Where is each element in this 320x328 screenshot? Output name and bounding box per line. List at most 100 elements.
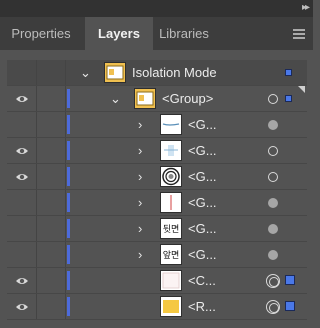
visibility-cell[interactable] (7, 60, 37, 85)
lock-cell[interactable] (38, 190, 66, 215)
layer-color-bar (67, 219, 70, 238)
layer-item-row[interactable]: › <G... (7, 164, 307, 190)
target-circle[interactable] (268, 120, 278, 130)
lock-cell[interactable] (38, 268, 66, 293)
layer-color-bar (67, 271, 70, 290)
target-circle[interactable] (268, 224, 278, 234)
artwork-thumbnail-icon (164, 145, 178, 156)
lock-cell[interactable] (38, 164, 66, 189)
layer-color-bar (67, 193, 70, 212)
eye-icon[interactable] (15, 302, 29, 312)
group-row[interactable]: ⌄ <Group> (7, 86, 307, 112)
thumbnail-text: 뒷면 (162, 225, 180, 235)
eye-icon[interactable] (15, 172, 29, 182)
thumbnail-text: 앞면 (162, 251, 180, 261)
target-circle[interactable] (268, 172, 278, 182)
visibility-cell[interactable] (7, 242, 37, 267)
target-circle-appearance[interactable] (266, 300, 280, 314)
tab-properties[interactable]: Properties (0, 17, 82, 50)
layer-item-row[interactable]: › 앞면 <G... (7, 242, 307, 268)
target-circle-appearance[interactable] (266, 274, 280, 288)
lock-cell[interactable] (38, 242, 66, 267)
artwork-thumbnail-icon (170, 195, 172, 210)
target-circle[interactable] (268, 198, 278, 208)
layer-label: <G... (188, 143, 217, 158)
isolation-mode-label: Isolation Mode (132, 65, 217, 80)
lock-cell[interactable] (38, 138, 66, 163)
double-chevron-right-icon[interactable]: ▸▸ (302, 2, 310, 13)
artwork-thumbnail-icon (162, 167, 180, 186)
layer-thumbnail (160, 166, 182, 187)
lock-cell[interactable] (38, 216, 66, 241)
lock-cell[interactable] (38, 112, 66, 137)
visibility-cell[interactable] (7, 268, 37, 293)
visibility-cell[interactable] (7, 164, 37, 189)
target-circle[interactable] (268, 250, 278, 260)
eye-icon[interactable] (15, 94, 29, 104)
group-thumbnail-icon (136, 91, 154, 106)
layer-label: <G... (188, 117, 217, 132)
eye-icon[interactable] (15, 146, 29, 156)
layer-color-bar (67, 141, 70, 160)
layer-color-bar (67, 167, 70, 186)
layer-label: <G... (188, 195, 217, 210)
visibility-cell[interactable] (7, 112, 37, 137)
chevron-right-icon[interactable]: › (138, 196, 142, 209)
layer-item-row[interactable]: › 뒷면 <G... (7, 216, 307, 242)
visibility-cell[interactable] (7, 138, 37, 163)
chevron-right-icon[interactable]: › (138, 144, 142, 157)
layer-color-bar (67, 89, 70, 108)
layer-thumbnail (160, 270, 182, 291)
panel-tab-bar: Properties Layers Libraries (0, 17, 313, 50)
layer-label: <C... (188, 273, 216, 288)
selection-square[interactable] (285, 301, 295, 311)
target-circle[interactable] (268, 146, 278, 156)
selection-square[interactable] (285, 69, 292, 76)
lock-cell[interactable] (38, 60, 66, 85)
layer-thumbnail (160, 114, 182, 135)
panel-top-bar: ▸▸ (0, 0, 313, 17)
group-label: <Group> (162, 91, 214, 106)
layer-item-row[interactable]: <C... (7, 268, 307, 294)
layer-thumbnail (160, 192, 182, 213)
group-thumbnail-icon (106, 65, 124, 80)
layer-label: <R... (188, 299, 216, 314)
group-thumbnail (134, 88, 156, 109)
layer-label: <G... (188, 221, 217, 236)
selection-square[interactable] (285, 95, 292, 102)
layer-thumbnail: 뒷면 (160, 218, 182, 239)
layer-color-bar (67, 115, 70, 134)
lock-cell[interactable] (38, 294, 66, 319)
chevron-down-icon[interactable]: ⌄ (80, 66, 91, 79)
layer-item-row[interactable]: › <G... (7, 112, 307, 138)
visibility-cell[interactable] (7, 216, 37, 241)
target-circle[interactable] (268, 94, 278, 104)
tab-layers[interactable]: Layers (85, 17, 153, 50)
chevron-down-icon[interactable]: ⌄ (110, 92, 121, 105)
layer-item-row[interactable]: <R... (7, 294, 307, 320)
selection-square[interactable] (285, 275, 295, 285)
chevron-right-icon[interactable]: › (138, 170, 142, 183)
layers-list: ⌄ Isolation Mode ⌄ <Group> › <G... › <G.… (7, 58, 307, 324)
layer-color-bar (67, 245, 70, 264)
artwork-thumbnail-icon (162, 123, 180, 126)
lock-cell[interactable] (38, 86, 66, 111)
layer-label: <G... (188, 247, 217, 262)
chevron-right-icon[interactable]: › (138, 118, 142, 131)
eye-icon[interactable] (15, 276, 29, 286)
chevron-right-icon[interactable]: › (138, 248, 142, 261)
tab-libraries[interactable]: Libraries (153, 17, 215, 50)
layer-label: <G... (188, 169, 217, 184)
visibility-cell[interactable] (7, 190, 37, 215)
layer-thumbnail (160, 140, 182, 161)
visibility-cell[interactable] (7, 294, 37, 319)
visibility-cell[interactable] (7, 86, 37, 111)
layer-item-row[interactable]: › <G... (7, 138, 307, 164)
layer-color-bar (67, 297, 70, 316)
layer-item-row[interactable]: › <G... (7, 190, 307, 216)
selection-corner (298, 86, 305, 93)
isolation-mode-row[interactable]: ⌄ Isolation Mode (7, 60, 307, 86)
hamburger-menu-icon[interactable] (293, 29, 305, 39)
chevron-right-icon[interactable]: › (138, 222, 142, 235)
layer-thumbnail (160, 296, 182, 317)
